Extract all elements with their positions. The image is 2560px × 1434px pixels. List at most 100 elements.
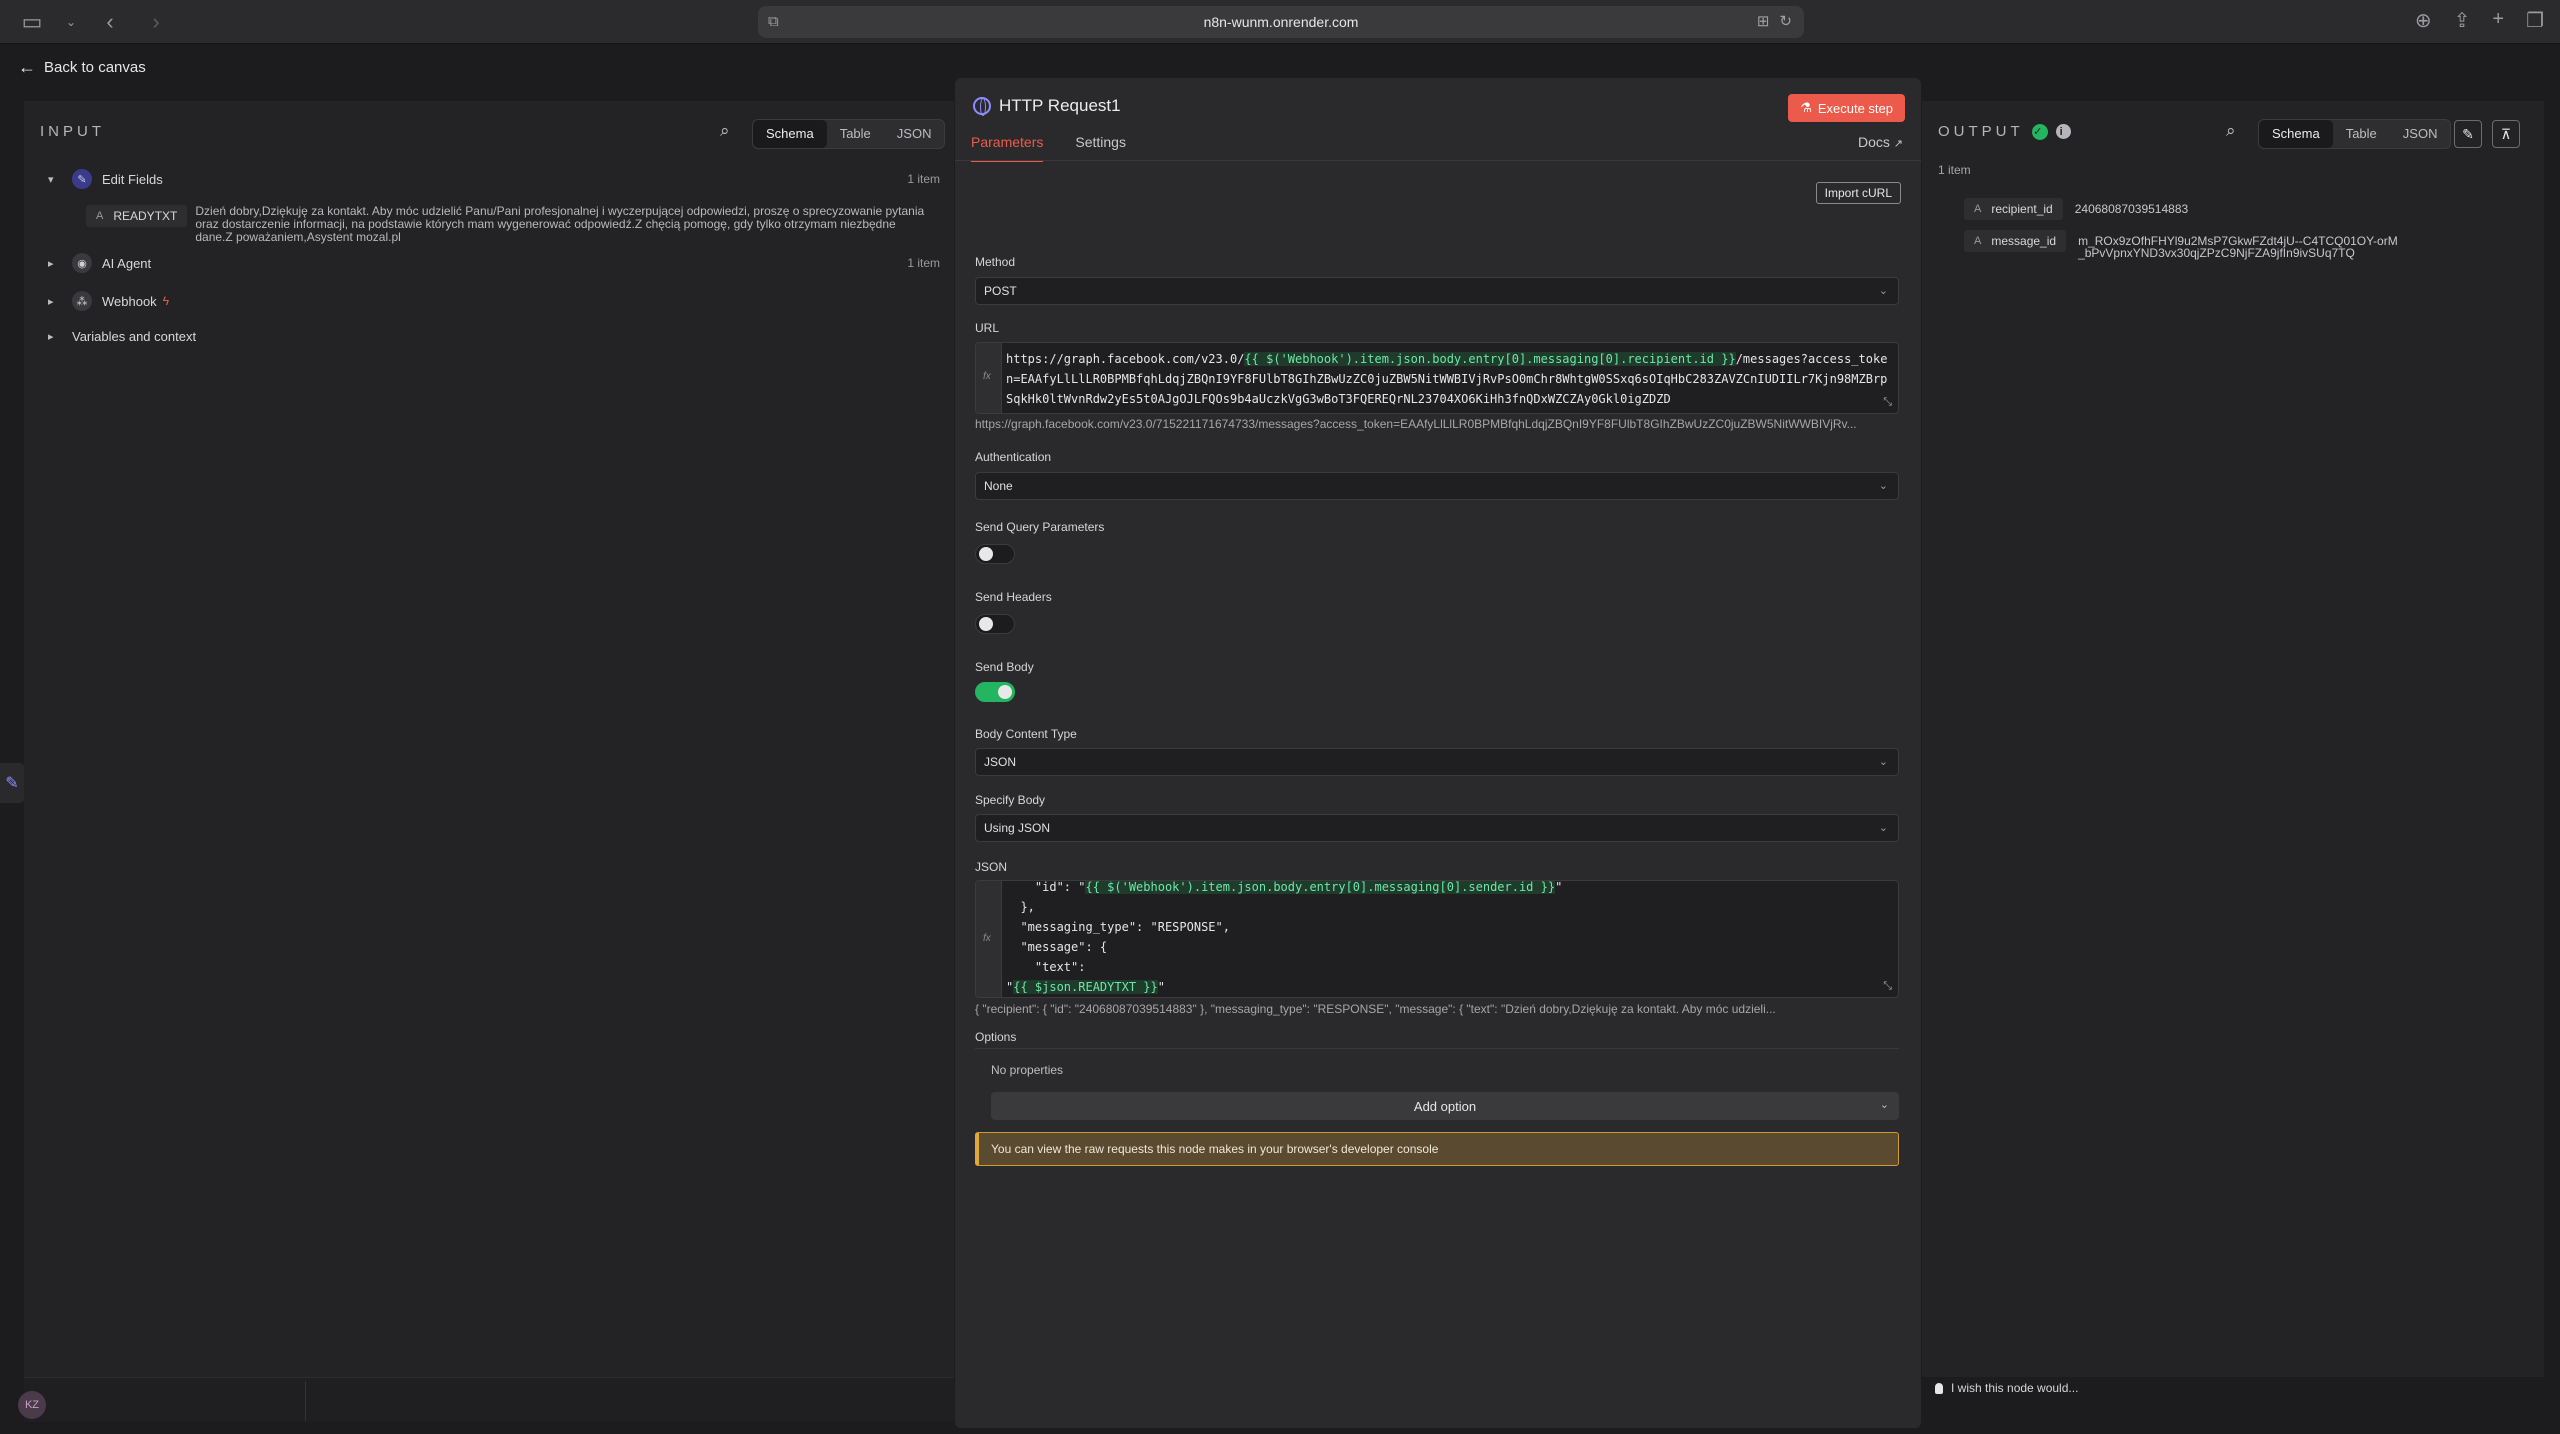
share-icon[interactable]: ⇪ — [2454, 8, 2471, 33]
tab-settings[interactable]: Settings — [1075, 130, 1126, 162]
output-field-recipient-id: A recipient_id 24068087039514883 — [1964, 198, 2395, 220]
body-content-type-select[interactable]: JSON ⌄ — [975, 748, 1899, 776]
tabs-overview-icon[interactable]: ❐ — [2526, 8, 2544, 33]
output-view-schema[interactable]: Schema — [2259, 120, 2333, 148]
execute-step-button[interactable]: ⚗ Execute step — [1788, 94, 1905, 122]
site-settings-icon[interactable]: ⧉ — [768, 13, 779, 30]
tree-node-variables[interactable]: ▸ Variables and context — [48, 329, 196, 344]
input-view-json[interactable]: JSON — [884, 120, 945, 148]
item-count: 1 item — [907, 256, 940, 270]
options-label: Options — [975, 1030, 1017, 1044]
authentication-select[interactable]: None ⌄ — [975, 472, 1899, 500]
robot-icon: ◉ — [72, 253, 92, 273]
expand-icon[interactable]: ⤡ — [1883, 980, 1892, 993]
field-key-pill[interactable]: A message_id — [1964, 230, 2067, 252]
url-code: https://graph.facebook.com/v23.0/{{ $('W… — [1006, 352, 1888, 406]
send-query-toggle[interactable] — [975, 544, 1015, 564]
field-value: m_ROx9zOfhFHYl9u2MsP7GkwFZdt4jU--C4TCQ01… — [2078, 234, 2398, 260]
sidebar-toggle-icon[interactable]: ▭ — [18, 8, 46, 36]
back-to-canvas-label: Back to canvas — [44, 59, 146, 76]
chevron-down-icon: ⌄ — [1878, 285, 1888, 297]
tree-node-webhook[interactable]: ▸ ⁂ Webhook ϟ — [48, 291, 169, 311]
input-panel-title: INPUT — [40, 123, 105, 140]
authentication-label: Authentication — [975, 450, 1052, 464]
download-icon[interactable]: ⊕ — [2415, 8, 2432, 33]
url-label: URL — [975, 321, 1000, 335]
translate-icon[interactable]: ⊞ — [1757, 12, 1770, 30]
send-headers-label: Send Headers — [975, 590, 1052, 604]
chevron-right-icon[interactable]: ▸ — [48, 295, 64, 308]
browser-toolbar: ▭ ⌄ ‹ › ⧉ n8n-wunm.onrender.com ⊞ ↻ ⊕ ⇪ … — [0, 0, 2560, 44]
back-nav-icon[interactable]: ‹ — [96, 8, 124, 36]
browser-nav-group: ▭ ⌄ ‹ › — [18, 8, 170, 36]
pin-icon[interactable]: ⊼ — [2492, 120, 2520, 148]
address-url: n8n-wunm.onrender.com — [1203, 14, 1359, 30]
info-icon[interactable]: i — [2055, 124, 2071, 139]
send-body-toggle[interactable] — [975, 682, 1015, 702]
input-view-schema[interactable]: Schema — [753, 120, 827, 148]
schema-field-readytxt: A READYTXT Dzień dobry,Dziękuję za konta… — [86, 205, 926, 244]
import-curl-button[interactable]: Import cURL — [1815, 182, 1901, 204]
tree-node-edit-fields[interactable]: ▾ ✎ Edit Fields 1 item — [48, 169, 954, 189]
new-tab-icon[interactable]: + — [2492, 8, 2504, 33]
browser-actions: ⊕ ⇪ + ❐ — [2415, 8, 2544, 33]
reload-icon[interactable]: ↻ — [1779, 12, 1792, 30]
docs-link[interactable]: Docs ↗ — [1858, 134, 1903, 150]
edit-pencil-icon[interactable]: ✎ — [0, 763, 24, 803]
output-view-json[interactable]: JSON — [2390, 120, 2451, 148]
chevron-right-icon[interactable]: ▸ — [48, 257, 64, 270]
bottom-strip — [24, 1377, 954, 1422]
chevron-right-icon[interactable]: ▸ — [48, 330, 64, 343]
tree-node-ai-agent[interactable]: ▸ ◉ AI Agent 1 item — [48, 253, 954, 273]
modal-header: HTTP Request1 — [973, 96, 1121, 116]
feedback-link[interactable]: I wish this node would... — [1935, 1381, 2078, 1395]
feedback-label: I wish this node would... — [1951, 1381, 2079, 1395]
expand-icon[interactable]: ⤡ — [1883, 396, 1892, 409]
expression-gutter: fx — [976, 343, 1002, 413]
send-headers-toggle[interactable] — [975, 614, 1015, 634]
method-value: POST — [984, 284, 1017, 298]
chevron-down-icon: ⌄ — [1878, 480, 1888, 492]
no-properties-text: No properties — [991, 1063, 1064, 1077]
method-select[interactable]: POST ⌄ — [975, 277, 1899, 305]
specify-body-select[interactable]: Using JSON ⌄ — [975, 814, 1899, 842]
output-view-table[interactable]: Table — [2333, 120, 2390, 148]
webhook-icon: ⁂ — [72, 291, 92, 311]
lightbulb-icon — [1935, 1382, 1943, 1394]
field-key-pill[interactable]: A READYTXT — [86, 205, 188, 227]
add-option-button[interactable]: Add option ⌄ — [991, 1092, 1899, 1120]
expression-gutter: fx — [976, 881, 1002, 997]
tab-parameters[interactable]: Parameters — [971, 130, 1044, 162]
tabs-divider — [955, 160, 1921, 161]
string-type-icon: A — [1974, 203, 1982, 215]
specify-body-value: Using JSON — [984, 821, 1051, 835]
body-content-type-value: JSON — [984, 755, 1017, 769]
edit-output-icon[interactable]: ✎ — [2454, 120, 2482, 148]
chevron-down-icon[interactable]: ▾ — [48, 173, 64, 186]
options-divider — [975, 1048, 1899, 1049]
address-bar[interactable]: ⧉ n8n-wunm.onrender.com ⊞ ↻ — [758, 6, 1804, 38]
json-preview: { "recipient": { "id": "2406808703951488… — [975, 1002, 1776, 1016]
json-expression-readytxt: {{ $json.READYTXT }} — [1013, 980, 1158, 994]
execute-step-label: Execute step — [1817, 100, 1893, 116]
avatar[interactable]: KZ — [18, 1391, 46, 1419]
forward-nav-icon[interactable]: › — [142, 8, 170, 36]
field-key: READYTXT — [113, 209, 178, 223]
search-icon[interactable]: ⌕ — [2226, 121, 2236, 141]
back-to-canvas-link[interactable]: ← Back to canvas — [18, 57, 146, 78]
string-type-icon: A — [1974, 235, 1982, 247]
chevron-down-icon: ⌄ — [1878, 822, 1888, 834]
tree-node-label: Edit Fields — [102, 171, 163, 187]
search-icon[interactable]: ⌕ — [720, 121, 730, 141]
field-value: 24068087039514883 — [2074, 202, 2189, 216]
url-input[interactable]: fx https://graph.facebook.com/v23.0/{{ $… — [975, 342, 1899, 414]
tree-node-label: Variables and context — [72, 329, 197, 344]
json-body-editor[interactable]: fx "id": "{{ $('Webhook').item.json.body… — [975, 880, 1899, 998]
output-panel-title-group: OUTPUT ✓ i — [1938, 123, 2071, 140]
input-view-table[interactable]: Table — [827, 120, 884, 148]
field-key-pill[interactable]: A recipient_id — [1964, 198, 2063, 220]
node-title[interactable]: HTTP Request1 — [999, 96, 1121, 116]
output-item-count: 1 item — [1938, 163, 1971, 177]
chevron-down-icon[interactable]: ⌄ — [64, 8, 78, 36]
field-value: Dzień dobry,Dziękuję za kontakt. Aby móc… — [195, 204, 925, 244]
